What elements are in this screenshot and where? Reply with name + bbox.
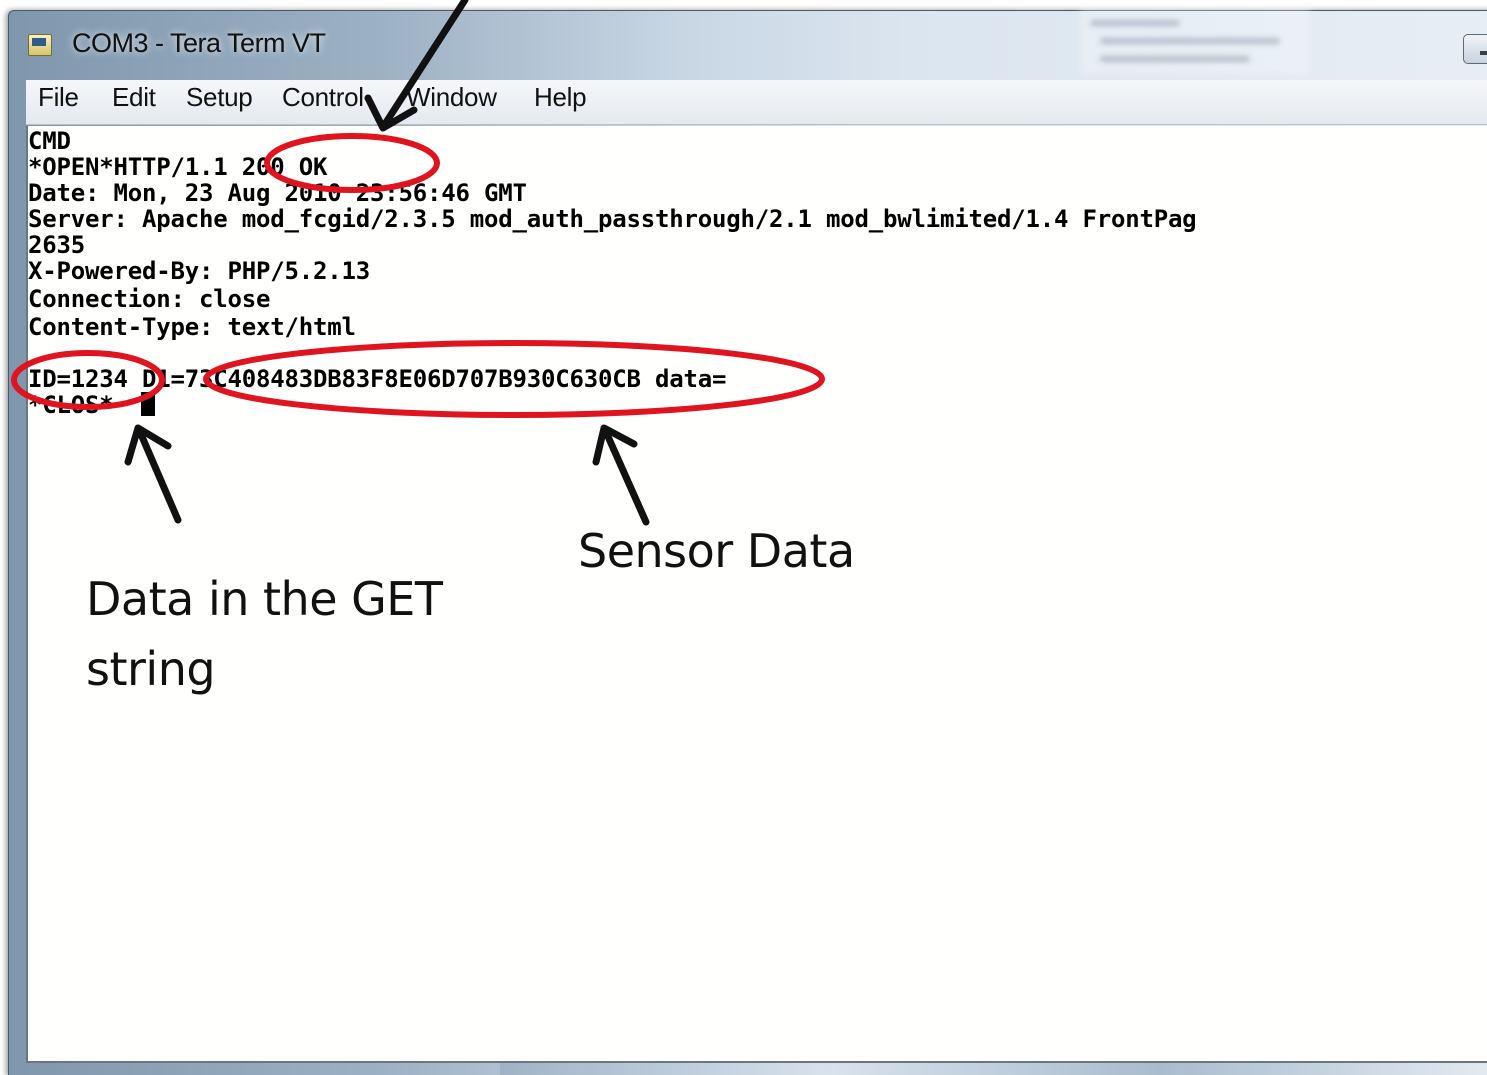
taskbar-strip (500, 1063, 1487, 1075)
get-string-label-line2: string (86, 642, 216, 696)
terminal-line: ID=1234 D1=73C408483DB83F8E06D707B930C63… (28, 365, 727, 393)
terminal-line: *CLOS* (28, 391, 114, 419)
terminal-line: Connection: close (28, 285, 271, 313)
menu-item-edit[interactable]: Edit (112, 82, 156, 113)
screenshot: COM3 - Tera Term VT File Edit Setup Cont… (0, 0, 1487, 1075)
menu-item-file[interactable]: File (38, 82, 79, 113)
menu-item-help[interactable]: Help (534, 82, 587, 113)
terminal-line: *OPEN*HTTP/1.1 200 OK (28, 153, 328, 181)
window-title: COM3 - Tera Term VT (72, 28, 326, 58)
terminal-line: CMD (28, 127, 71, 155)
terminal-line: 2635 (28, 231, 85, 259)
terminal-line: X-Powered-By: PHP/5.2.13 (28, 257, 370, 285)
terminal-app-icon[interactable] (28, 34, 52, 56)
title-bar[interactable]: COM3 - Tera Term VT (18, 22, 1487, 70)
text-cursor (141, 392, 155, 416)
sensor-data-label: Sensor Data (578, 524, 855, 578)
get-string-label-line1: Data in the GET (86, 572, 443, 626)
terminal-line: Server: Apache mod_fcgid/2.3.5 mod_auth_… (28, 205, 1197, 233)
menu-item-setup[interactable]: Setup (186, 82, 253, 113)
terminal-line: Date: Mon, 23 Aug 2010 23:56:46 GMT (28, 179, 527, 207)
minimize-icon (1480, 51, 1487, 55)
menu-item-control[interactable]: Control (282, 82, 364, 113)
terminal-line: Content-Type: text/html (28, 313, 356, 341)
minimize-button[interactable] (1463, 34, 1487, 64)
menu-bar: File Edit Setup Control Window Help (26, 80, 1487, 125)
menu-item-window[interactable]: Window (406, 82, 497, 113)
